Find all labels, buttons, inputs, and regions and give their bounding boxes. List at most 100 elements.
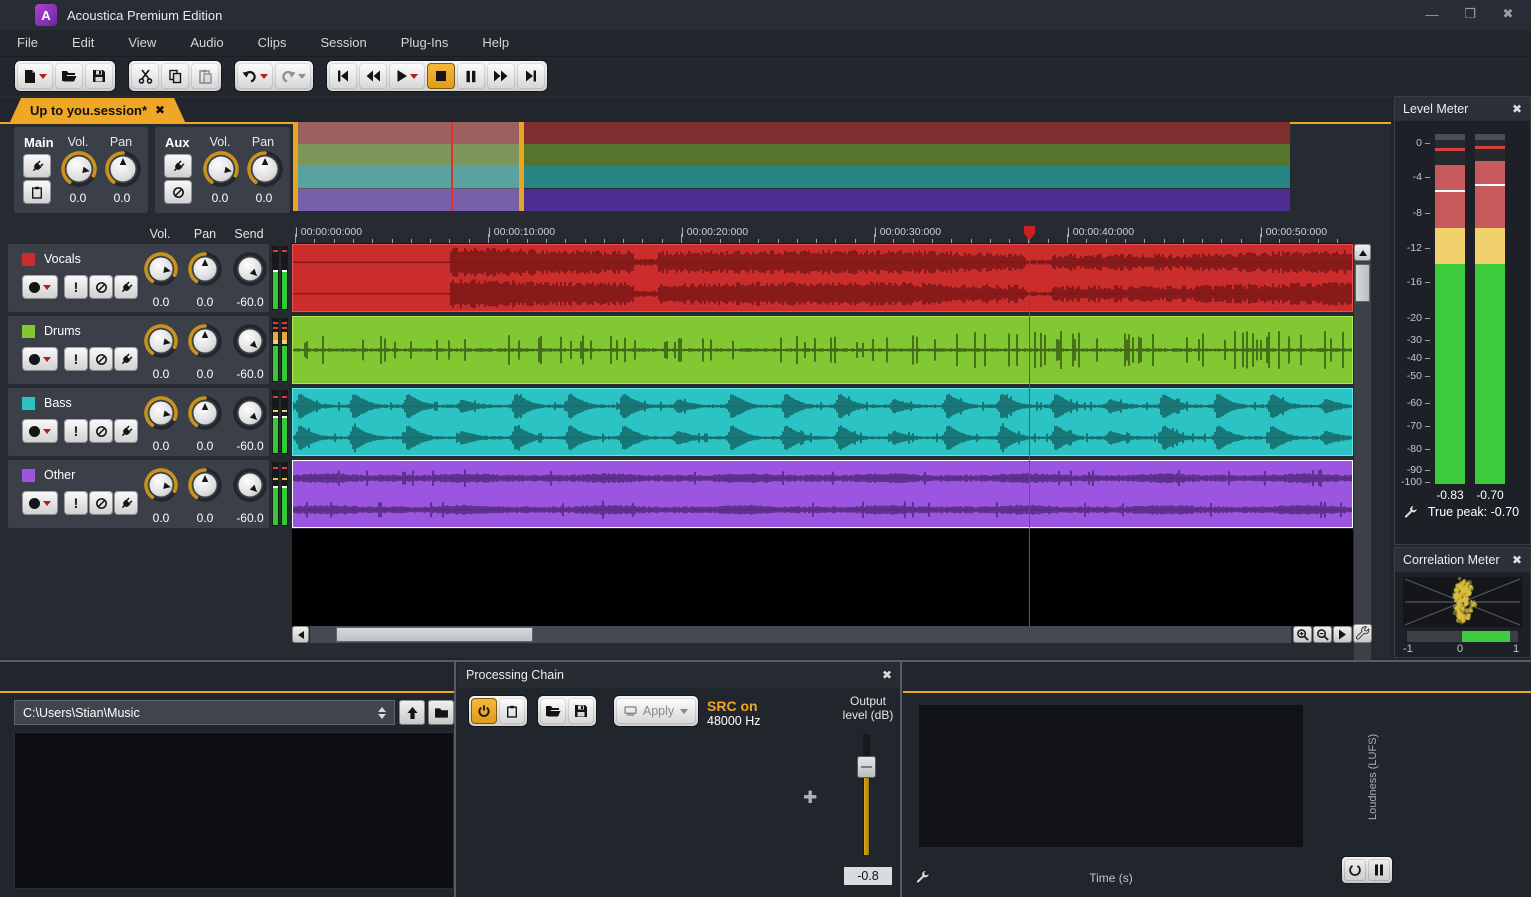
apply-button[interactable]: Apply: [616, 698, 696, 724]
slider-handle[interactable]: [857, 756, 876, 778]
track-pan-knob[interactable]: [187, 467, 223, 506]
menu-item-edit[interactable]: Edit: [55, 30, 111, 56]
paste-button[interactable]: [191, 63, 219, 89]
go-to-end-button[interactable]: [517, 63, 545, 89]
maximize-button[interactable]: ❐: [1455, 3, 1485, 25]
track-color-swatch[interactable]: [22, 325, 35, 338]
main-fx-button[interactable]: [23, 154, 51, 178]
track-send-knob[interactable]: [232, 251, 268, 290]
redo-button[interactable]: [275, 63, 311, 89]
waveform-lane-bass[interactable]: [292, 388, 1353, 456]
vertical-scrollbar[interactable]: [1354, 244, 1371, 721]
loudness-pause-button[interactable]: [1368, 859, 1390, 881]
overview-selection[interactable]: [293, 122, 522, 211]
zoom-settings-button[interactable]: [1353, 624, 1372, 643]
track-send-knob[interactable]: [232, 323, 268, 362]
solo-button[interactable]: !: [64, 419, 88, 443]
menu-item-session[interactable]: Session: [303, 30, 383, 56]
mute-button[interactable]: [89, 491, 113, 515]
new-file-button[interactable]: [17, 63, 53, 89]
track-vol-knob[interactable]: [143, 395, 179, 434]
menu-item-file[interactable]: File: [0, 30, 55, 56]
solo-button[interactable]: !: [64, 491, 88, 515]
arrangement-overview[interactable]: [293, 122, 1290, 211]
track-row-drums[interactable]: Drums!0.00.0-60.0: [8, 316, 269, 384]
close-button[interactable]: ✖: [1493, 3, 1523, 25]
zoom-out-button[interactable]: [1313, 626, 1332, 643]
scroll-left-button[interactable]: [292, 626, 309, 643]
waveform-lane-drums[interactable]: [292, 316, 1353, 384]
correlation-meter-close-icon[interactable]: ✖: [1512, 553, 1522, 567]
browse-folder-button[interactable]: [428, 700, 454, 725]
track-row-other[interactable]: Other!0.00.0-60.0: [8, 460, 269, 528]
path-spinner[interactable]: [378, 707, 386, 719]
loudness-settings-button[interactable]: [915, 869, 930, 887]
open-button[interactable]: [55, 63, 83, 89]
fast-forward-button[interactable]: [487, 63, 515, 89]
track-pan-knob[interactable]: [187, 395, 223, 434]
fx-button[interactable]: [114, 347, 138, 371]
loudness-reset-button[interactable]: [1344, 859, 1366, 881]
track-pan-knob[interactable]: [187, 251, 223, 290]
track-pan-knob[interactable]: [187, 323, 223, 362]
solo-button[interactable]: !: [64, 347, 88, 371]
chain-clipboard-button[interactable]: [499, 698, 525, 724]
track-vol-knob[interactable]: [143, 251, 179, 290]
track-vol-knob[interactable]: [143, 467, 179, 506]
main-vol-knob[interactable]: [60, 150, 98, 191]
processing-chain-close-icon[interactable]: ✖: [882, 668, 892, 682]
fx-button[interactable]: [114, 419, 138, 443]
main-pan-knob[interactable]: [104, 150, 142, 191]
track-color-swatch[interactable]: [22, 253, 35, 266]
level-meter-close-icon[interactable]: ✖: [1512, 102, 1522, 116]
undo-button[interactable]: [237, 63, 273, 89]
rewind-button[interactable]: [359, 63, 387, 89]
chain-open-button[interactable]: [540, 698, 566, 724]
chain-save-button[interactable]: [568, 698, 594, 724]
menu-item-view[interactable]: View: [111, 30, 173, 56]
minimize-button[interactable]: —: [1417, 3, 1447, 25]
record-arm-button[interactable]: [22, 419, 58, 443]
scroll-up-button[interactable]: [1354, 244, 1371, 261]
waveform-lane-other[interactable]: [292, 460, 1353, 528]
folder-up-button[interactable]: [399, 700, 425, 725]
pause-button[interactable]: [457, 63, 485, 89]
track-vol-knob[interactable]: [143, 323, 179, 362]
menu-item-help[interactable]: Help: [465, 30, 526, 56]
track-color-swatch[interactable]: [22, 397, 35, 410]
session-tab[interactable]: Up to you.session* ✖: [10, 98, 185, 122]
chain-power-button[interactable]: [471, 698, 497, 724]
play-button[interactable]: [389, 63, 425, 89]
aux-null-button[interactable]: [164, 180, 192, 204]
main-clipboard-button[interactable]: [23, 180, 51, 204]
path-select[interactable]: C:\Users\Stian\Music: [14, 700, 395, 725]
solo-button[interactable]: !: [64, 275, 88, 299]
overview-selection-right-edge[interactable]: [519, 122, 524, 211]
copy-button[interactable]: [161, 63, 189, 89]
track-send-knob[interactable]: [232, 467, 268, 506]
record-arm-button[interactable]: [22, 491, 58, 515]
session-tab-close-icon[interactable]: ✖: [155, 103, 165, 117]
add-plugin-button[interactable]: ✚: [803, 788, 817, 808]
record-arm-button[interactable]: [22, 347, 58, 371]
record-arm-button[interactable]: [22, 275, 58, 299]
track-row-bass[interactable]: Bass!0.00.0-60.0: [8, 388, 269, 456]
level-meter-settings-button[interactable]: [1403, 504, 1418, 522]
aux-vol-knob[interactable]: [202, 150, 240, 191]
stop-button[interactable]: [427, 63, 455, 89]
track-row-vocals[interactable]: Vocals!0.00.0-60.0: [8, 244, 269, 312]
aux-pan-knob[interactable]: [246, 150, 284, 191]
cut-button[interactable]: [131, 63, 159, 89]
track-send-knob[interactable]: [232, 395, 268, 434]
menu-item-clips[interactable]: Clips: [241, 30, 304, 56]
menu-item-audio[interactable]: Audio: [173, 30, 240, 56]
go-to-start-button[interactable]: [329, 63, 357, 89]
mute-button[interactable]: [89, 419, 113, 443]
timeline-ruler[interactable]: 00:00:00:00000:00:10:00000:00:20:00000:0…: [291, 225, 1353, 244]
output-level-slider[interactable]: [857, 734, 875, 855]
track-color-swatch[interactable]: [22, 469, 35, 482]
menu-item-plugins[interactable]: Plug-Ins: [384, 30, 466, 56]
mute-button[interactable]: [89, 275, 113, 299]
zoom-follow-button[interactable]: [1333, 626, 1352, 643]
waveform-lane-vocals[interactable]: [292, 244, 1353, 312]
